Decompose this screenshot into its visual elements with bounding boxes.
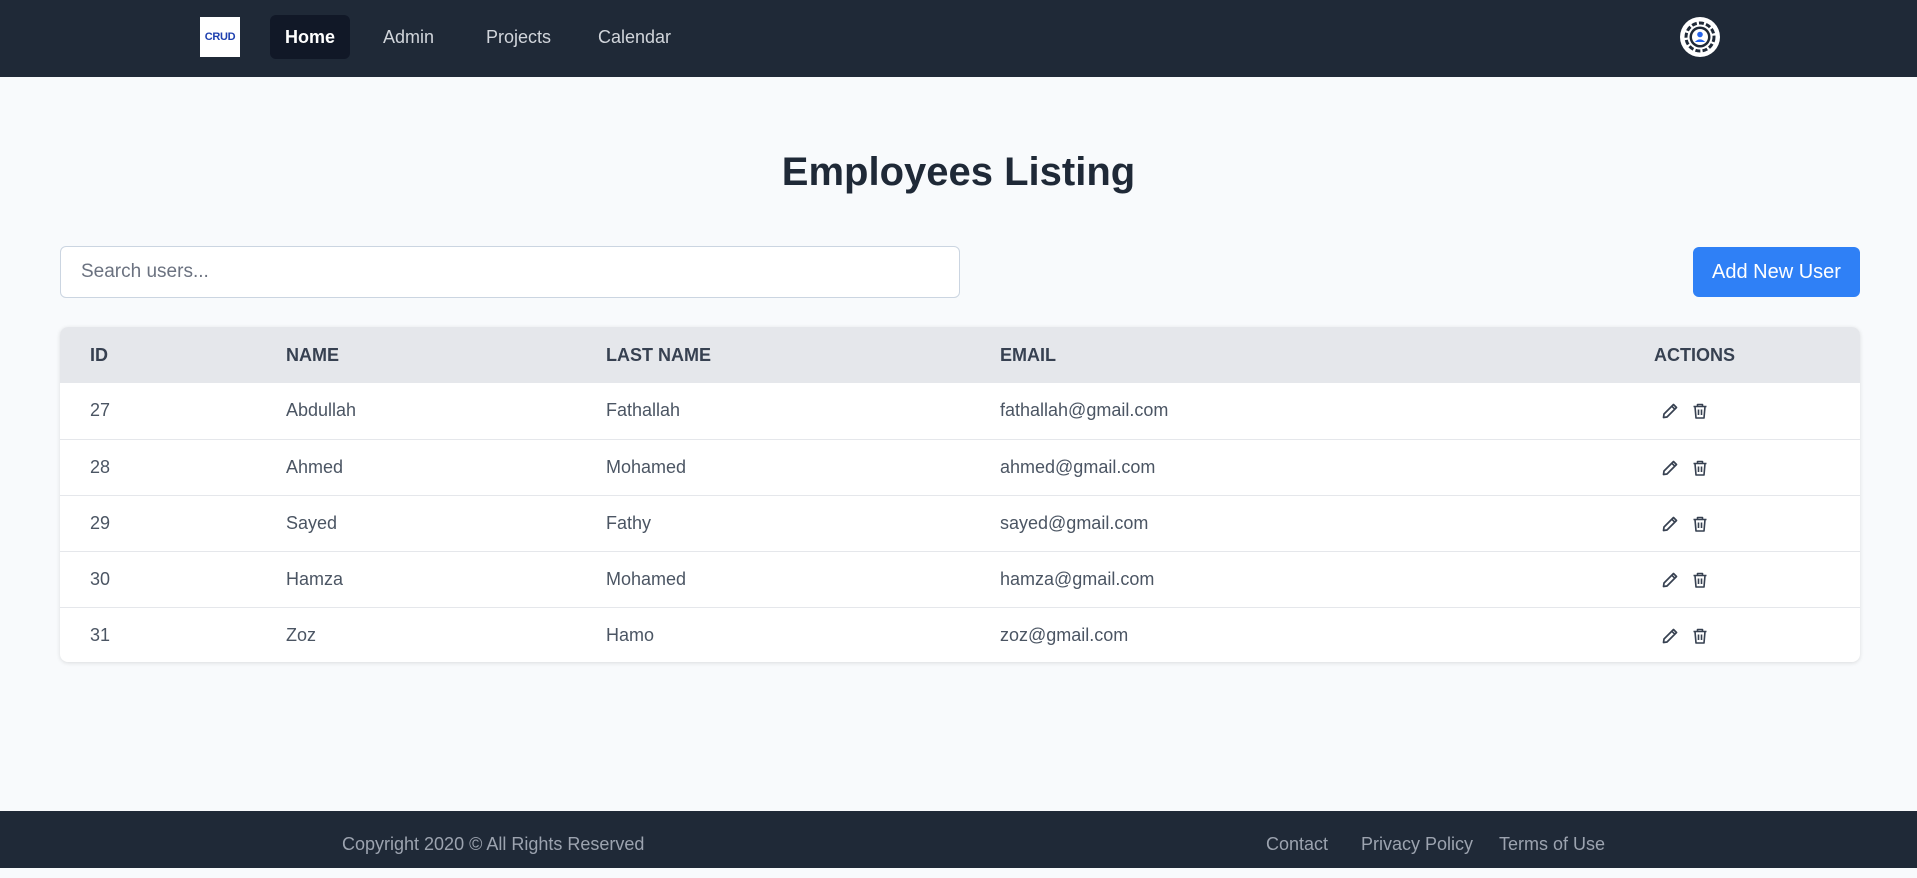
edit-button[interactable] bbox=[1660, 570, 1680, 590]
top-navbar: CRUD Home Admin Projects Calendar bbox=[0, 0, 1917, 77]
nav-link-home[interactable]: Home bbox=[270, 15, 351, 59]
nav-link-admin[interactable]: Admin bbox=[368, 15, 449, 59]
pencil-icon bbox=[1662, 403, 1678, 419]
nav-link-calendar[interactable]: Calendar bbox=[583, 15, 686, 59]
cell-id: 30 bbox=[90, 569, 111, 589]
cell-email: hamza@gmail.com bbox=[1000, 569, 1155, 589]
cell-name: Ahmed bbox=[286, 457, 344, 477]
delete-button[interactable] bbox=[1690, 514, 1710, 534]
column-header-id: ID bbox=[90, 345, 108, 365]
pencil-icon bbox=[1662, 460, 1678, 476]
cell-id: 27 bbox=[90, 400, 111, 420]
cell-name: Zoz bbox=[286, 625, 317, 645]
page-footer: Copyright 2020 © All Rights Reserved Con… bbox=[0, 811, 1917, 868]
trash-icon bbox=[1693, 572, 1707, 588]
column-header-last-name: LAST NAME bbox=[606, 345, 711, 365]
column-header-actions: ACTIONS bbox=[1654, 345, 1735, 365]
table-row: 31 Zoz Hamo zoz@gmail.com bbox=[60, 607, 1860, 662]
employees-table: ID NAME LAST NAME EMAIL ACTIONS 27 Abdul… bbox=[60, 327, 1860, 662]
cell-last-name: Mohamed bbox=[606, 457, 687, 477]
pencil-icon bbox=[1662, 572, 1678, 588]
cell-email: zoz@gmail.com bbox=[1000, 625, 1129, 645]
search-users-input[interactable] bbox=[60, 246, 960, 298]
add-new-user-button[interactable]: Add New User bbox=[1693, 247, 1860, 297]
user-menu-button[interactable] bbox=[1680, 17, 1720, 57]
pencil-icon bbox=[1662, 516, 1678, 532]
cell-name: Hamza bbox=[286, 569, 344, 589]
edit-button[interactable] bbox=[1660, 514, 1680, 534]
cell-email: sayed@gmail.com bbox=[1000, 513, 1149, 533]
crud-logo[interactable]: CRUD bbox=[200, 17, 240, 57]
cell-name: Sayed bbox=[286, 513, 338, 533]
logo-text: CRUD bbox=[204, 31, 236, 43]
edit-button[interactable] bbox=[1660, 458, 1680, 478]
delete-button[interactable] bbox=[1690, 458, 1710, 478]
table-row: 29 Sayed Fathy sayed@gmail.com bbox=[60, 495, 1860, 551]
cell-last-name: Fathy bbox=[606, 513, 652, 533]
column-header-name: NAME bbox=[286, 345, 339, 365]
delete-button[interactable] bbox=[1690, 401, 1710, 421]
user-circle-icon bbox=[1682, 19, 1718, 55]
trash-icon bbox=[1693, 516, 1707, 532]
table-row: 30 Hamza Mohamed hamza@gmail.com bbox=[60, 551, 1860, 607]
cell-id: 28 bbox=[90, 457, 111, 477]
trash-icon bbox=[1693, 460, 1707, 476]
table-row: 27 Abdullah Fathallah fathallah@gmail.co… bbox=[60, 383, 1860, 439]
nav-link-projects[interactable]: Projects bbox=[471, 15, 566, 59]
cell-id: 29 bbox=[90, 513, 111, 533]
cell-name: Abdullah bbox=[286, 400, 357, 420]
table-header-row: ID NAME LAST NAME EMAIL ACTIONS bbox=[60, 327, 1860, 383]
cell-email: ahmed@gmail.com bbox=[1000, 457, 1156, 477]
edit-button[interactable] bbox=[1660, 401, 1680, 421]
cell-last-name: Hamo bbox=[606, 625, 655, 645]
delete-button[interactable] bbox=[1690, 626, 1710, 646]
pencil-icon bbox=[1662, 628, 1678, 644]
delete-button[interactable] bbox=[1690, 570, 1710, 590]
cell-id: 31 bbox=[90, 625, 111, 645]
cell-last-name: Mohamed bbox=[606, 569, 687, 589]
trash-icon bbox=[1693, 403, 1707, 419]
column-header-email: EMAIL bbox=[1000, 345, 1056, 365]
trash-icon bbox=[1693, 628, 1707, 644]
table-row: 28 Ahmed Mohamed ahmed@gmail.com bbox=[60, 439, 1860, 495]
cell-last-name: Fathallah bbox=[606, 400, 681, 420]
edit-button[interactable] bbox=[1660, 626, 1680, 646]
page-title: Employees Listing bbox=[781, 150, 1136, 194]
cell-email: fathallah@gmail.com bbox=[1000, 400, 1169, 420]
